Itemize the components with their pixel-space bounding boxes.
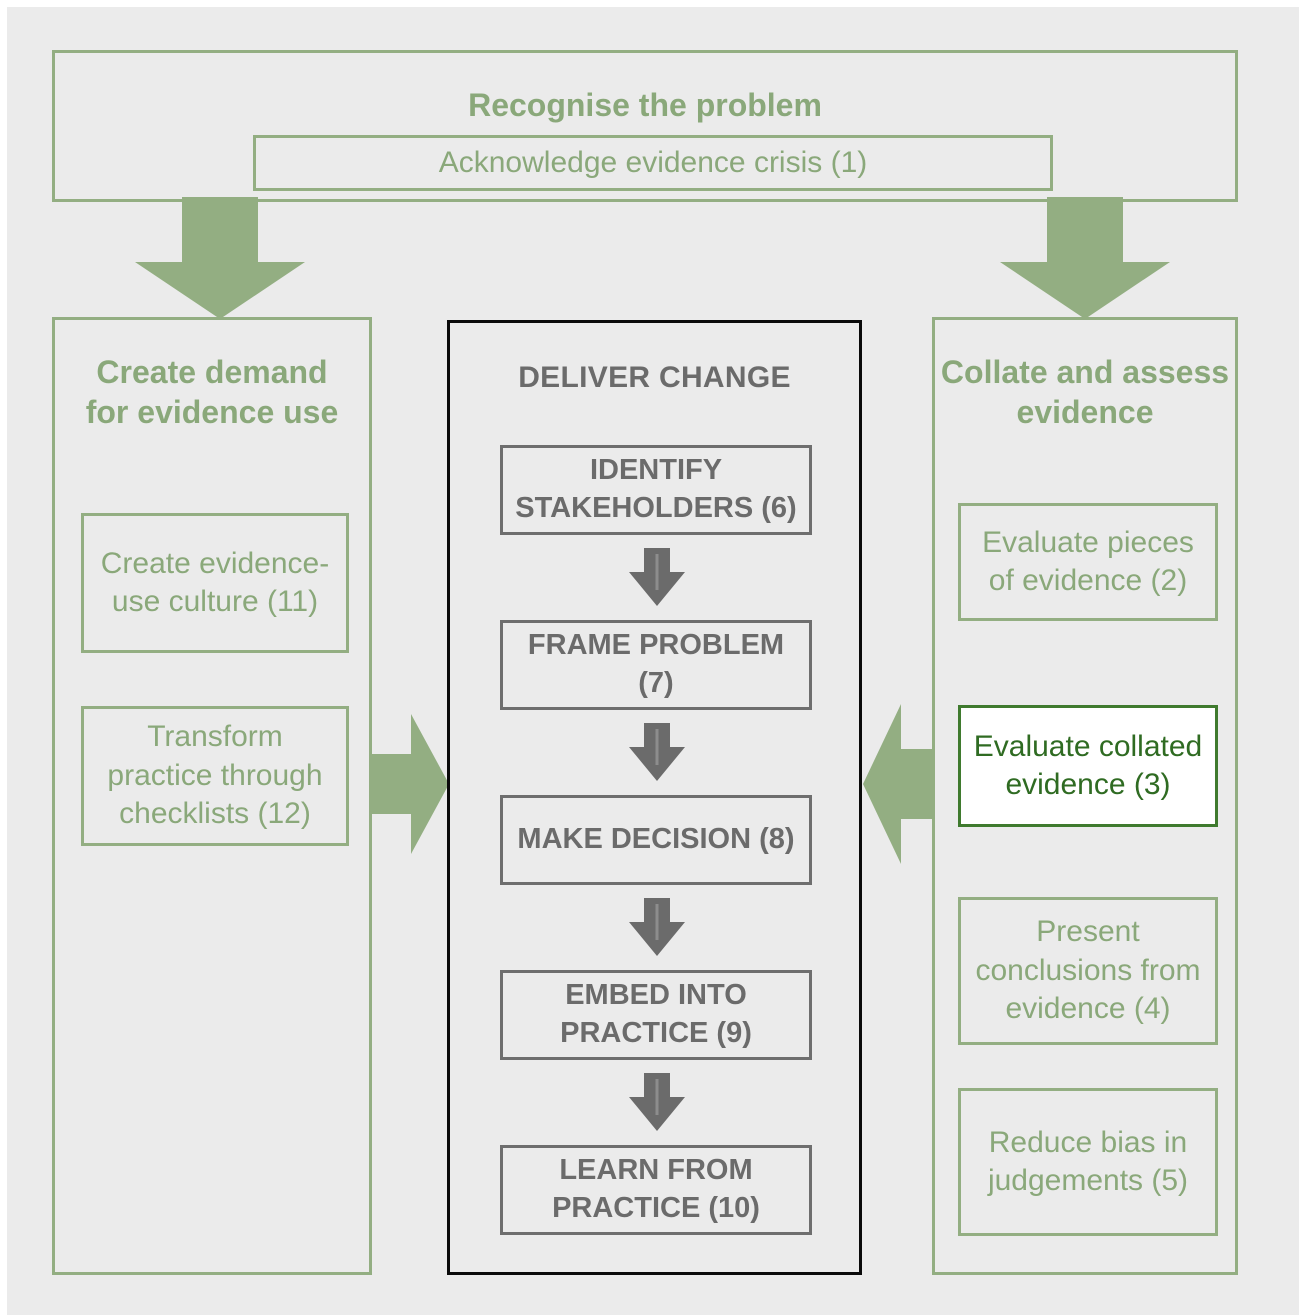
right-panel-title: Collate and assess evidence	[935, 352, 1235, 432]
center-panel-title: DELIVER CHANGE	[518, 361, 791, 394]
left-panel-title-line-2: for evidence use	[85, 394, 339, 430]
diagram-page: Recognise the problem Acknowledge eviden…	[0, 0, 1299, 1315]
right-panel-item-present-conclusions: Present conclusions from evidence (4)	[958, 897, 1218, 1045]
down-arrow-step-4-to-5	[629, 1073, 685, 1131]
right-panel-item-evaluate-pieces: Evaluate pieces of evidence (2)	[958, 503, 1218, 621]
right-panel: Collate and assess evidence Evaluate pie…	[932, 317, 1238, 1275]
diagram-canvas: Recognise the problem Acknowledge eviden…	[7, 7, 1299, 1315]
top-panel-title: Recognise the problem	[468, 87, 822, 123]
center-step-frame-problem: FRAME PROBLEM (7)	[500, 620, 812, 710]
left-panel: Create demand for evidence use Create ev…	[52, 317, 372, 1275]
left-panel-title-line-1: Create demand	[96, 354, 328, 390]
left-panel-item-create-culture: Create evidence-use culture (11)	[81, 513, 349, 653]
right-panel-item-evaluate-collated: Evaluate collated evidence (3)	[958, 705, 1218, 827]
right-panel-item-reduce-bias: Reduce bias in judgements (5)	[958, 1088, 1218, 1236]
right-arrow-left-to-center	[371, 714, 449, 854]
center-step-identify-stakeholders: IDENTIFY STAKEHOLDERS (6)	[500, 445, 812, 535]
left-panel-item-transform-practice: Transform practice through checklists (1…	[81, 706, 349, 846]
down-arrow-to-right-panel	[1000, 197, 1170, 319]
center-step-learn-from-practice: LEARN FROM PRACTICE (10)	[500, 1145, 812, 1235]
down-arrow-step-3-to-4	[629, 898, 685, 956]
top-panel-item: Acknowledge evidence crisis (1)	[253, 135, 1053, 191]
down-arrow-step-1-to-2	[629, 548, 685, 606]
right-panel-title-line-1: Collate and assess	[940, 354, 1230, 390]
center-step-embed-into-practice: EMBED INTO PRACTICE (9)	[500, 970, 812, 1060]
center-panel: DELIVER CHANGE IDENTIFY STAKEHOLDERS (6)…	[447, 320, 862, 1275]
left-arrow-right-to-center	[863, 704, 941, 864]
down-arrow-step-2-to-3	[629, 723, 685, 781]
center-step-make-decision: MAKE DECISION (8)	[500, 795, 812, 885]
top-panel: Recognise the problem Acknowledge eviden…	[52, 50, 1238, 202]
left-panel-title: Create demand for evidence use	[55, 352, 369, 432]
right-panel-title-line-2: evidence	[1016, 394, 1154, 430]
down-arrow-to-left-panel	[135, 197, 305, 319]
